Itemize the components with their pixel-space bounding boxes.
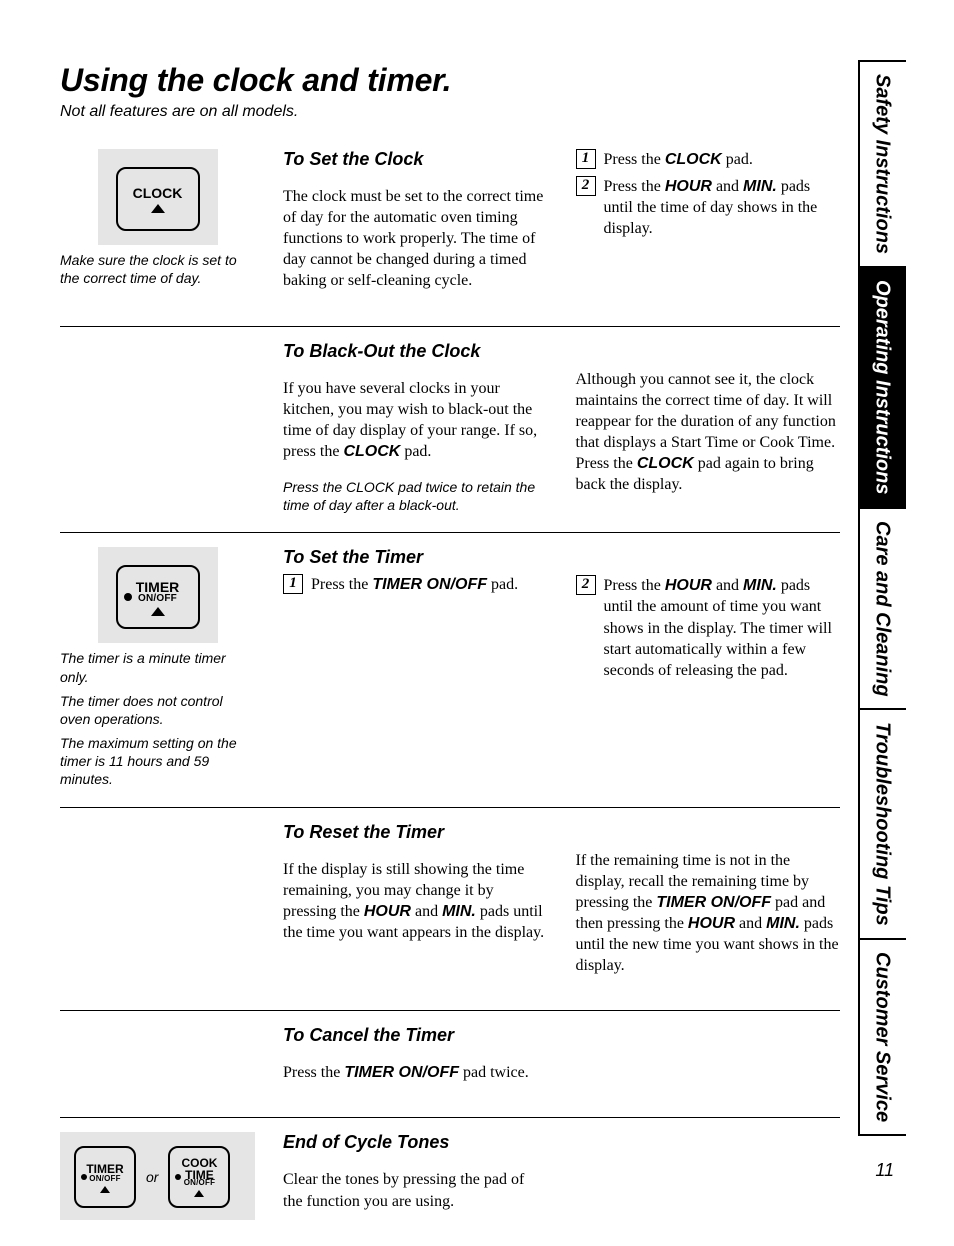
blackout-left-body: If you have several clocks in your kitch… bbox=[283, 378, 548, 462]
section-set-timer: TIMER ON/OFF The timer is a minute timer… bbox=[60, 532, 840, 806]
cook-time-pad-figure: COOK TIME ON/OFF bbox=[168, 1146, 230, 1208]
step-number-icon: 1 bbox=[283, 574, 303, 594]
clock-caption: Make sure the clock is set to the correc… bbox=[60, 251, 255, 287]
section-blackout-clock: To Black-Out the Clock If you have sever… bbox=[60, 326, 840, 533]
up-triangle-icon bbox=[194, 1190, 204, 1197]
set-clock-body: The clock must be set to the correct tim… bbox=[283, 186, 548, 292]
led-dot-icon bbox=[124, 593, 132, 601]
blackout-heading: To Black-Out the Clock bbox=[283, 341, 548, 362]
page-content: Using the clock and timer. Not all featu… bbox=[60, 62, 840, 1246]
timer-pad-small-figure: TIMER ON/OFF bbox=[74, 1146, 136, 1208]
page-subtitle: Not all features are on all models. bbox=[60, 103, 840, 121]
reset-timer-right-body: If the remaining time is not in the disp… bbox=[576, 850, 841, 977]
tab-care-and-cleaning[interactable]: Care and Cleaning bbox=[860, 509, 906, 711]
step-number-icon: 2 bbox=[576, 575, 596, 595]
set-clock-step-2: 2 Press the HOUR and MIN. pads until the… bbox=[576, 176, 841, 239]
timer-pad-sub: ON/OFF bbox=[138, 593, 177, 604]
section-end-tones: TIMER ON/OFF or COOK TIME ON/OFF bbox=[60, 1117, 840, 1245]
or-label: or bbox=[146, 1169, 158, 1185]
end-tones-heading: End of Cycle Tones bbox=[283, 1132, 548, 1153]
up-triangle-icon bbox=[100, 1186, 110, 1193]
set-clock-heading: To Set the Clock bbox=[283, 149, 548, 170]
blackout-hint: Press the CLOCK pad twice to retain the … bbox=[283, 478, 548, 514]
tab-safety-instructions[interactable]: Safety Instructions bbox=[860, 62, 906, 268]
timer-pad-figure: TIMER ON/OFF bbox=[116, 565, 200, 629]
led-dot-icon bbox=[175, 1174, 181, 1180]
tab-customer-service[interactable]: Customer Service bbox=[860, 940, 906, 1136]
section-set-clock: CLOCK Make sure the clock is set to the … bbox=[60, 139, 840, 326]
blackout-right-body: Although you cannot see it, the clock ma… bbox=[576, 369, 841, 496]
section-reset-timer: To Reset the Timer If the display is sti… bbox=[60, 807, 840, 1011]
page-title: Using the clock and timer. bbox=[60, 62, 840, 99]
timer-caption-2: The timer does not control oven operatio… bbox=[60, 692, 255, 728]
page-number: 11 bbox=[875, 1160, 894, 1181]
timer-caption-3: The maximum setting on the timer is 11 h… bbox=[60, 734, 255, 789]
step-number-icon: 1 bbox=[576, 149, 596, 169]
end-tones-body: Clear the tones by pressing the pad of t… bbox=[283, 1169, 548, 1211]
cancel-timer-body: Press the TIMER ON/OFF pad twice. bbox=[283, 1062, 548, 1083]
step-number-icon: 2 bbox=[576, 176, 596, 196]
clock-pad-label: CLOCK bbox=[133, 185, 183, 201]
set-timer-step-2: 2 Press the HOUR and MIN. pads until the… bbox=[576, 575, 841, 681]
set-clock-step-1: 1 Press the CLOCK pad. bbox=[576, 149, 841, 170]
set-timer-step-1: 1 Press the TIMER ON/OFF pad. bbox=[283, 574, 548, 595]
tab-troubleshooting-tips[interactable]: Troubleshooting Tips bbox=[860, 710, 906, 940]
cancel-timer-heading: To Cancel the Timer bbox=[283, 1025, 548, 1046]
clock-pad-figure: CLOCK bbox=[116, 167, 200, 231]
set-timer-heading: To Set the Timer bbox=[283, 547, 548, 568]
up-triangle-icon bbox=[151, 607, 165, 616]
led-dot-icon bbox=[81, 1174, 87, 1180]
reset-timer-heading: To Reset the Timer bbox=[283, 822, 548, 843]
side-tabs: Safety Instructions Operating Instructio… bbox=[858, 60, 906, 1136]
reset-timer-left-body: If the display is still showing the time… bbox=[283, 859, 548, 943]
up-triangle-icon bbox=[151, 204, 165, 213]
section-cancel-timer: To Cancel the Timer Press the TIMER ON/O… bbox=[60, 1010, 840, 1117]
tab-operating-instructions[interactable]: Operating Instructions bbox=[860, 268, 906, 508]
timer-caption-1: The timer is a minute timer only. bbox=[60, 649, 255, 685]
